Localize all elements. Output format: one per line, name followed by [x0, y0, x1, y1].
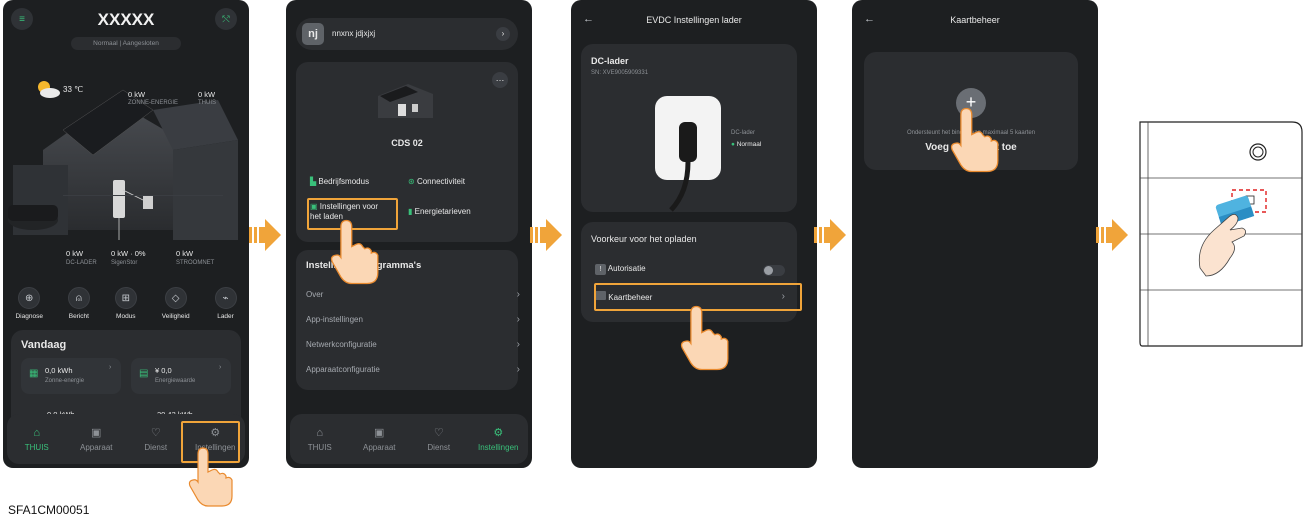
chevron-right-icon: › — [516, 339, 520, 350]
grid-value: 0 kW — [176, 249, 194, 258]
message-icon: ⍝ — [67, 287, 90, 309]
solar-stat-label: Zonne-energie — [45, 378, 85, 384]
service-icon: ♡ — [433, 427, 444, 439]
qa-safety[interactable]: ◇ Veiligheid — [162, 287, 190, 320]
list-item-network[interactable]: Netwerkconfiguratie › — [306, 332, 520, 357]
grid-item-energy-tariffs[interactable]: ▮ Energietarieven — [408, 207, 471, 216]
card-management-screen: ← Kaartbeheer + Ondersteunt het binden v… — [852, 0, 1098, 468]
storage-label: SigenStor — [111, 260, 138, 266]
tap-hand-icon — [680, 305, 729, 371]
chevron-right-icon: › — [516, 364, 520, 375]
chevron-right-icon: › — [516, 314, 520, 325]
device-icon: ▣ — [374, 427, 385, 439]
solar-stat[interactable]: ▦ 0,0 kWh Zonne-energie › — [21, 358, 121, 394]
charger-icon: ⌁ — [214, 287, 237, 309]
chevron-right-icon: › — [496, 27, 510, 41]
nav-service[interactable]: ♡ Dienst — [411, 426, 467, 452]
diagnose-icon: ⊕ — [18, 287, 41, 309]
flow-arrow-3 — [814, 218, 846, 252]
charger-image — [655, 96, 721, 212]
list-item-app-settings[interactable]: App-instellingen › — [306, 307, 520, 332]
quick-actions: ⊕ Diagnose ⍝ Bericht ⊞ Modus ◇ Veiligheid ⌁ L… — [3, 287, 249, 320]
storage-value: 0 kW · 0% — [111, 249, 146, 258]
dc-label: DC-LADER — [66, 260, 97, 266]
status-badge: Normaal | Aangesloten — [71, 37, 181, 50]
solar-label: ZONNE-ENERGIE — [128, 100, 179, 106]
charger-card: DC-lader SN: XVE9005909331 DC-lader ● No… — [581, 44, 797, 212]
qa-mode[interactable]: ⊞ Modus — [114, 287, 137, 320]
auth-label: ! Autorisatie — [595, 264, 646, 275]
share-icon[interactable]: ⤲ — [215, 8, 237, 30]
nav-device[interactable]: ▣ Apparaat — [68, 426, 124, 452]
tap-hand-icon — [950, 107, 999, 173]
bottom-nav: ⌂ THUIS ▣ Apparaat ♡ Dienst ⚙ Instellingen — [290, 414, 528, 464]
nav-device[interactable]: ▣ Apparaat — [351, 426, 407, 452]
home-screen: ≡ XXXXX ⤲ Normaal | Aangesloten 33 ℃ 0 k… — [3, 0, 249, 468]
chevron-right-icon: › — [516, 289, 520, 300]
serial-number: SN: XVE9005909331 — [591, 70, 649, 76]
side-label: DC-lader — [731, 130, 756, 136]
charger-settings-screen: ← EVDC Instellingen lader DC-lader SN: X… — [571, 0, 817, 468]
side-status: ● Normaal — [731, 141, 762, 148]
value-stat-label: Energiewaarde — [155, 378, 196, 384]
tap-hand-icon — [188, 447, 233, 507]
connectivity-icon: ⊛ — [408, 177, 417, 186]
weather-icon — [38, 81, 60, 98]
toggle-knob — [764, 266, 773, 275]
username: nnxnx jdjxjxj — [332, 29, 376, 38]
flow-arrow-4 — [1096, 218, 1128, 252]
charger-title: DC-lader — [591, 56, 629, 66]
chevron-right-icon: › — [219, 364, 222, 371]
value-stat-icon: ▤ — [139, 368, 149, 379]
device-icon: ▣ — [91, 427, 102, 439]
solar-stat-value: 0,0 kWh — [45, 366, 73, 375]
settings-screen: nj nnxnx jdjxjxj › … CDS 02 ▙ Bedrijfsmo… — [286, 0, 532, 468]
nav-home[interactable]: ⌂ THUIS — [292, 427, 348, 452]
home-label: THUIS — [198, 100, 216, 106]
flow-arrow-1 — [249, 218, 281, 252]
mode-icon: ⊞ — [114, 287, 137, 309]
auth-toggle[interactable] — [763, 265, 785, 276]
site-title: XXXXX — [97, 10, 155, 29]
chevron-right-icon: › — [109, 364, 112, 371]
tariff-icon: ▮ — [408, 207, 415, 216]
home-icon: ⌂ — [316, 426, 324, 439]
pref-title: Voorkeur voor het opladen — [591, 234, 697, 244]
value-stat[interactable]: ▤ ¥ 0,0 Energiewaarde › — [131, 358, 231, 394]
lock-icon: ! — [595, 264, 606, 275]
home-value: 0 kW — [198, 90, 216, 99]
nav-service[interactable]: ♡ Dienst — [128, 426, 184, 452]
grid-label: STROOMNET — [176, 260, 215, 266]
tap-hand-icon — [330, 219, 379, 285]
dc-value: 0 kW — [66, 249, 84, 258]
nav-home[interactable]: ⌂ THUIS — [9, 427, 65, 452]
avatar: nj — [302, 23, 324, 45]
charger-device-illustration — [1139, 121, 1303, 347]
device-name: CDS 02 — [391, 138, 423, 148]
today-title: Vandaag — [21, 339, 67, 351]
nav-settings[interactable]: ⚙ Instellingen — [470, 426, 526, 452]
qa-diagnose[interactable]: ⊕ Diagnose — [15, 287, 43, 320]
temperature: 33 ℃ — [63, 85, 84, 94]
qa-charger[interactable]: ⌁ Lader — [214, 287, 237, 320]
page-title: Kaartbeheer — [950, 15, 1000, 25]
figure-caption: SFA1CM00051 — [8, 503, 90, 517]
page-title: EVDC Instellingen lader — [646, 15, 742, 25]
shield-icon: ◇ — [164, 287, 187, 309]
list-item-device-config[interactable]: Apparaatconfiguratie › — [306, 357, 520, 382]
qa-message[interactable]: ⍝ Bericht — [67, 287, 90, 320]
service-icon: ♡ — [150, 427, 161, 439]
solar-stat-icon: ▦ — [29, 368, 39, 379]
device-image — [378, 84, 433, 118]
gear-icon: ⚙ — [493, 427, 504, 439]
home-icon: ⌂ — [33, 426, 41, 439]
grid-item-business-mode[interactable]: ▙ Bedrijfsmodus — [310, 177, 369, 186]
grid-item-connectivity[interactable]: ⊛ Connectiviteit — [408, 177, 465, 186]
flow-arrow-2 — [530, 218, 562, 252]
more-icon[interactable]: … — [492, 72, 508, 88]
value-stat-value: ¥ 0,0 — [155, 366, 172, 375]
solar-value: 0 kW — [128, 90, 146, 99]
profile-row[interactable]: nj nnxnx jdjxjxj › — [296, 18, 518, 50]
